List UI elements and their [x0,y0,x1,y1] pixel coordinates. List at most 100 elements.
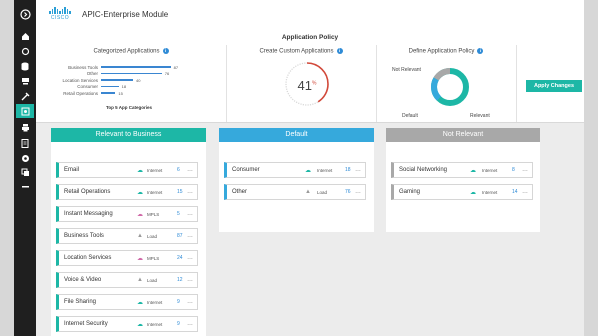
category-label: Retail Operations [63,90,98,96]
app-card[interactable]: Instant Messaging ☁ MPLS 5… [56,206,198,222]
app-card[interactable]: Internet Security ☁ Internet 9 … [56,316,198,332]
app-card[interactable]: Location Services ☁ MPLS 24… [56,250,198,266]
left-frame [0,0,14,336]
category-bar [101,79,133,81]
category-bar-row: Business Tools 87 [46,64,216,70]
more-options-icon[interactable]: … [187,211,194,217]
app-card[interactable]: Business Tools ▲ Load 87… [56,228,198,244]
discovery-icon[interactable] [18,45,32,57]
apply-changes-button[interactable]: Apply Changes [526,80,582,92]
app-name: Consumer [232,167,260,173]
define-policy-section: Define Application Policy i Not Relevant … [376,45,517,122]
database-icon[interactable] [18,60,32,72]
app-count[interactable]: 76 [345,189,351,195]
app-card[interactable]: Consumer ☁ Internet 18… [224,162,366,178]
load-balance-icon: ▲ [137,233,143,239]
link-type: Load [147,277,158,283]
expand-nav-icon[interactable] [18,8,32,20]
more-options-icon[interactable]: … [355,167,362,173]
cloud-icon: ☁ [470,189,476,196]
app-count[interactable]: 15 [177,189,183,195]
load-balance-icon: ▲ [137,277,143,283]
more-options-icon[interactable]: … [187,321,194,327]
minus-icon[interactable] [18,180,32,192]
print-icon[interactable] [18,121,32,133]
cloud-icon: ☁ [137,167,143,174]
app-name: Other [232,189,248,195]
cloud-icon: ☁ [137,189,143,196]
info-icon[interactable]: i [162,48,169,54]
category-bar-row: Location Services 40 [46,77,216,83]
app-card[interactable]: Voice & Video ▲ Load 12… [56,272,198,288]
app-card[interactable]: Gaming ☁ Internet 14… [391,184,533,200]
app-card[interactable]: Email ☁ Internet 6… [56,162,198,178]
cloud-icon: ☁ [137,255,143,262]
app-name: Retail Operations [64,189,111,195]
default-label: Default [402,113,418,119]
app-count[interactable]: 14 [512,189,518,195]
settings-icon[interactable] [18,152,32,164]
category-label: Business Tools [68,64,98,70]
link-type: Load [147,233,158,239]
categorized-title: Categorized Applications i [36,48,226,55]
category-bar [101,92,116,94]
more-options-icon[interactable]: … [187,189,194,195]
info-icon[interactable]: i [336,48,343,54]
top-bar: CISCO APIC-Enterprise Module [36,0,584,31]
policy-nav-icon[interactable] [16,104,34,118]
category-value: 18 [121,84,127,89]
link-type: Internet [147,321,163,327]
app-name: Internet Security [64,321,108,327]
app-count[interactable]: 5 [177,211,180,217]
app-count[interactable]: 9 [177,299,180,305]
cloud-icon: ☁ [137,321,143,328]
custom-title: Create Custom Applications i [226,48,376,55]
category-bar [101,72,162,75]
custom-apps-percent: 41% [297,78,317,93]
default-column-header: Default [219,128,374,142]
more-options-icon[interactable]: … [187,233,194,239]
cloud-icon: ☁ [137,299,143,306]
not-relevant-column-header: Not Relevant [386,128,540,142]
app-count[interactable]: 12 [177,277,183,283]
category-value: 15 [118,90,123,96]
relevant-column: Relevant to Business Email ☁ Internet 6… Ret… [51,128,206,336]
info-icon[interactable]: i [477,48,484,54]
app-count[interactable]: 18 [345,167,351,173]
more-options-icon[interactable]: … [187,167,194,173]
more-options-icon[interactable]: … [187,255,194,261]
app-card[interactable]: Retail Operations ☁ Internet 15 … [56,184,198,200]
app-card[interactable]: File Sharing ☁ Internet 9… [56,294,198,310]
category-bar [101,85,119,88]
link-type: Internet [147,189,163,195]
app-count[interactable]: 6 [177,167,180,173]
custom-applications-section: Create Custom Applications i 41% [226,45,377,122]
default-segment [431,77,442,101]
app-count[interactable]: 24 [177,255,183,261]
default-column: Default Consumer ☁ Internet 18 … Other ▲ Load 76… [219,128,374,232]
more-options-icon[interactable]: … [187,277,194,283]
app-name: Email [64,167,80,173]
link-type: MPLS [147,255,160,261]
category-bar [101,66,171,68]
more-options-icon[interactable]: … [187,299,194,305]
document-icon[interactable] [18,137,32,149]
app-card[interactable]: Social Networking ☁ Internet 8… [391,162,533,178]
app-count[interactable]: 87 [177,233,183,239]
load-balance-icon: ▲ [305,189,311,195]
right-frame [584,0,598,336]
more-options-icon[interactable]: … [522,167,529,173]
link-type: Internet [482,167,498,173]
tools-icon[interactable] [18,90,32,102]
home-icon[interactable] [18,30,32,42]
policy-donut-chart [431,67,469,106]
device-icon[interactable] [18,75,32,87]
copy-icon[interactable] [18,166,32,178]
more-options-icon[interactable]: … [522,189,529,195]
category-value: 40 [136,77,141,83]
app-count[interactable]: 8 [512,167,515,173]
app-count[interactable]: 9 [177,321,180,327]
not-relevant-segment [433,67,451,81]
more-options-icon[interactable]: … [355,189,362,195]
app-card[interactable]: Other ▲ Load 76… [224,184,366,200]
